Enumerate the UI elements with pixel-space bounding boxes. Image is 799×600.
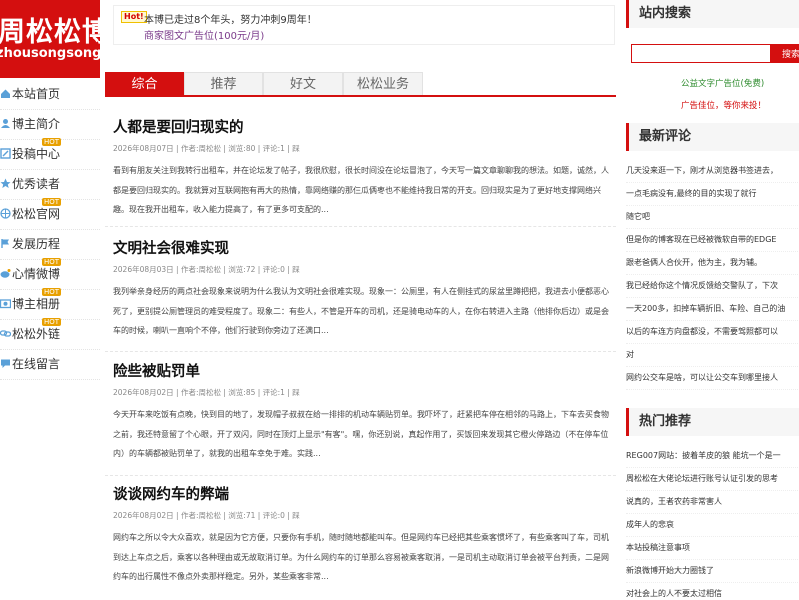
comment-item[interactable]: 几天没来逛一下，刚才从浏览器书签进去，: [626, 160, 799, 183]
tab-songsong-business[interactable]: 松松业务: [343, 72, 423, 95]
nav-item-label: 投稿中心: [12, 147, 61, 161]
comment-item[interactable]: 随它吧: [626, 206, 799, 229]
nav-item[interactable]: 博主相册 HOT: [0, 288, 100, 320]
notice-ad-link[interactable]: 商家图文广告位(100元/月): [144, 27, 264, 42]
flag-icon: [1, 239, 9, 248]
nav-item-label: 优秀读者: [12, 177, 61, 191]
nav-item[interactable]: 松松外链 HOT: [0, 318, 100, 350]
comment-item[interactable]: 网约公交车是啥，可以让公交车到哪里接人: [626, 367, 799, 390]
article-excerpt: 看到有朋友关注到我转行出租车，并在论坛发了帖子，我很欣慰，很长时间没在论坛冒泡了…: [113, 166, 609, 214]
search-widget-title: 站内搜索: [626, 0, 799, 28]
comment-item[interactable]: 以后的车连方向盘都没，不需要驾照都可以: [626, 321, 799, 344]
notice-bar: Hot! 本博已走过8个年头，努力冲刺9周年！ 商家图文广告位(100元/月): [113, 5, 615, 45]
nav-item-label: 本站首页: [12, 87, 61, 101]
hot-badge: Hot!: [121, 11, 147, 23]
hot-widget-title: 热门推荐: [626, 408, 799, 436]
nav-item[interactable]: 博主简介: [0, 110, 100, 140]
recent-comments-list: 几天没来逛一下，刚才从浏览器书签进去， 一点毛病没有,最终的目的实现了就行 随它吧但…: [626, 160, 799, 390]
free-ad-link[interactable]: 公益文字广告位(免费): [681, 77, 764, 89]
article-title[interactable]: 谈谈网约车的弊端: [113, 486, 616, 504]
nav-item-label: 心情微博: [12, 267, 61, 281]
comment-item[interactable]: 跟老爸俩人合伙开，他为主，我为辅。: [626, 252, 799, 275]
comment-item[interactable]: 一天200多，扣掉车辆折旧、车险、自己的油: [626, 298, 799, 321]
hot-badge: HOT: [42, 138, 62, 146]
link-icon: [0, 330, 11, 337]
hot-item[interactable]: 新浪微博开始大力圈钱了: [626, 560, 799, 583]
hot-badge: HOT: [42, 198, 62, 206]
edit-icon: [0, 148, 11, 159]
comment-item[interactable]: 但是你的博客现在已经被微软自带的EDGE: [626, 229, 799, 252]
article-divider: [105, 226, 616, 227]
hot-badge: HOT: [42, 288, 62, 296]
nav-item[interactable]: 松松官网 HOT: [0, 198, 100, 230]
nav-item-label: 在线留言: [12, 357, 61, 371]
comment-item[interactable]: 我已经给你这个情况反馈给交警队了，下次: [626, 275, 799, 298]
paid-ad-link[interactable]: 广告佳位，等你来投！: [681, 99, 766, 111]
tab-recommended[interactable]: 推荐: [184, 72, 263, 95]
hot-badge: HOT: [42, 258, 62, 266]
nav-item[interactable]: 发展历程: [0, 230, 100, 260]
article-excerpt: 我列举亲身经历的两点社会现象来说明为什么我认为文明社会很难实现。现象一：公厕里，…: [113, 287, 609, 335]
article-divider: [105, 351, 616, 352]
logo-title: 周松松博客: [0, 17, 100, 48]
left-sidebar: 周松松博客 zhousongsong.com 本站首页博主简介投稿中心HOT优秀…: [0, 0, 100, 600]
nav-item[interactable]: 在线留言: [0, 350, 100, 380]
logo-domain: zhousongsong.com: [0, 46, 100, 61]
notice-message: 本博已走过8个年头，努力冲刺9周年！: [144, 15, 317, 26]
nav-item-label: 松松外链: [12, 327, 61, 341]
comments-widget-title: 最新评论: [626, 123, 799, 151]
article-meta: 2026年08月07日 | 作者:周松松 | 浏览:80 | 评论:1 | 踩: [113, 144, 300, 153]
hot-badge: HOT: [42, 318, 62, 326]
nav-item-label: 发展历程: [12, 237, 61, 251]
hot-item[interactable]: 说真的，王者农药非常害人: [626, 491, 799, 514]
globe-icon: [0, 208, 11, 219]
article-divider: [105, 475, 616, 476]
category-tabs: 综合 推荐 好文 松松业务: [105, 72, 616, 97]
tab-comprehensive[interactable]: 综合: [105, 72, 184, 95]
tab-good-articles[interactable]: 好文: [263, 72, 343, 95]
main-nav: 本站首页 博主简介 投稿中心 HOT 优秀读者 松松官网 HOT 发展历程 心情微博 HOT 博主相…: [0, 80, 100, 380]
article-item: 险些被贴罚单 2026年08月02日 | 作者:周松松 | 浏览:85 | 评论…: [105, 363, 616, 476]
article-excerpt: 网约车之所以令大众喜欢，就是因为它方便，只要你有手机，随时随地都能叫车。但是网约…: [113, 533, 609, 581]
comment-icon: [1, 359, 10, 368]
hot-item[interactable]: 成年人的悲哀: [626, 514, 799, 537]
article-title[interactable]: 险些被贴罚单: [113, 363, 616, 381]
right-sidebar: 站内搜索 搜索 公益文字广告位(免费) 广告佳位，等你来投！ 最新评论 几天没来…: [626, 0, 799, 600]
photo-icon: [0, 299, 11, 309]
home-icon: [1, 89, 10, 98]
nav-item[interactable]: 心情微博 HOT: [0, 258, 100, 290]
search-button[interactable]: 搜索: [771, 44, 799, 63]
nav-item-label: 松松官网: [12, 207, 61, 221]
article-title[interactable]: 文明社会很难实现: [113, 240, 616, 258]
comment-item[interactable]: 一点毛病没有,最终的目的实现了就行: [626, 183, 799, 206]
nav-item[interactable]: 优秀读者: [0, 170, 100, 200]
article-item: 谈谈网约车的弊端 2026年08月02日 | 作者:周松松 | 浏览:71 | …: [113, 486, 616, 581]
article-meta: 2026年08月02日 | 作者:周松松 | 浏览:85 | 评论:1 | 踩: [113, 388, 300, 397]
hot-item[interactable]: REG007网站：披着羊皮的狼 能坑一个是一: [626, 445, 799, 468]
user-icon: [1, 119, 10, 128]
search-input[interactable]: [631, 44, 771, 63]
nav-item[interactable]: 投稿中心 HOT: [0, 138, 100, 170]
comment-item[interactable]: 对: [626, 344, 799, 367]
nav-item[interactable]: 本站首页: [0, 80, 100, 110]
hot-recommend-list: REG007网站：披着羊皮的狼 能坑一个是一 周松松在大佬论坛进行账号认证引发的思…: [626, 445, 799, 600]
hot-item[interactable]: 对社会上的人不要太过相信: [626, 583, 799, 600]
weibo-icon: [0, 269, 11, 278]
article-item: 人都是要回归现实的 2026年08月07日 | 作者:周松松 | 浏览:80 |…: [105, 119, 616, 227]
hot-item[interactable]: 本站投稿注意事项: [626, 537, 799, 560]
star-icon: [0, 178, 11, 188]
article-meta: 2026年08月03日 | 作者:周松松 | 浏览:72 | 评论:0 | 踩: [113, 265, 300, 274]
nav-item-label: 博主简介: [12, 117, 61, 131]
article-title[interactable]: 人都是要回归现实的: [113, 119, 616, 137]
hot-item[interactable]: 周松松在大佬论坛进行账号认证引发的思考: [626, 468, 799, 491]
site-logo[interactable]: 周松松博客 zhousongsong.com: [0, 0, 100, 78]
article-meta: 2026年08月02日 | 作者:周松松 | 浏览:71 | 评论:0 | 踩: [113, 511, 300, 520]
article-item: 文明社会很难实现 2026年08月03日 | 作者:周松松 | 浏览:72 | …: [105, 240, 616, 352]
nav-item-label: 博主相册: [12, 297, 61, 311]
article-excerpt: 今天开车来吃饭有点晚，快到目的地了，发现帽子叔叔在给一排排的机动车辆贴罚单。我吓…: [113, 410, 609, 458]
